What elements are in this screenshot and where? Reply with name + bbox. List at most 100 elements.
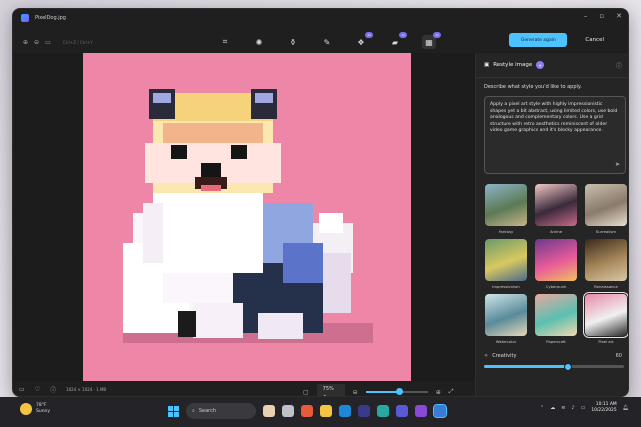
- sun-icon: [20, 403, 32, 415]
- start-button[interactable]: [168, 405, 179, 417]
- creativity-label: Creativity: [492, 353, 517, 359]
- style-label: Cyberpunk: [545, 284, 567, 289]
- edit-tools: ⌗ ✺ ⚱ ✎ ❖ AI ▰ AI ▦ AI: [218, 32, 441, 49]
- ai-badge: AI: [365, 32, 373, 38]
- style-preset-surrealism[interactable]: Surrealism: [584, 184, 628, 235]
- style-prompt-textarea[interactable]: Apply a pixel art style with highly impr…: [484, 96, 626, 174]
- style-thumbnail[interactable]: [583, 292, 628, 338]
- creativity-slider-thumb[interactable]: [564, 362, 572, 371]
- task-view-icon[interactable]: [282, 405, 294, 417]
- wifi-icon[interactable]: ≋: [561, 405, 565, 411]
- style-label: Pixel art: [598, 339, 614, 344]
- style-thumbnail[interactable]: [535, 184, 577, 226]
- store-app-icon[interactable]: [358, 405, 370, 417]
- clock[interactable]: 10:11 AM 10/22/2025: [591, 402, 616, 414]
- zoom-value: 75%: [322, 386, 334, 392]
- adjust-tool-icon[interactable]: ✺: [252, 35, 266, 49]
- describe-label: Describe what style you'd like to apply.: [484, 84, 582, 90]
- edge-browser-icon[interactable]: [339, 405, 351, 417]
- favorite-icon[interactable]: ♡: [35, 386, 40, 393]
- style-label: Papercraft: [546, 339, 566, 344]
- zoom-out-icon[interactable]: ⊖: [353, 389, 358, 396]
- app-icon[interactable]: [377, 405, 389, 417]
- cloud-icon[interactable]: ☁: [550, 405, 555, 411]
- weather-desc: Sunny: [36, 409, 51, 414]
- send-icon[interactable]: ➤: [615, 162, 620, 169]
- cancel-button[interactable]: Cancel: [577, 33, 612, 47]
- pixel-art-pomeranian: [83, 53, 411, 381]
- style-thumbnail[interactable]: [485, 294, 527, 336]
- creativity-icon: ✧: [484, 353, 489, 359]
- zoom-slider[interactable]: [365, 388, 428, 395]
- clock-date: 10/22/2025: [591, 408, 617, 413]
- widgets-app-icon[interactable]: [263, 405, 275, 417]
- undo-redo-hint: Ctrl+Z / Ctrl+Y: [62, 39, 93, 45]
- style-preset-pixel-art[interactable]: Pixel art: [583, 292, 628, 345]
- close-button[interactable]: ✕: [616, 12, 622, 20]
- style-label: Watercolor: [495, 339, 517, 344]
- ai-sparkle-icon: ✦: [536, 61, 545, 69]
- ai-badge: AI: [433, 32, 441, 38]
- notification-icon[interactable]: 🔔︎: [623, 405, 629, 411]
- zoom-dropdown[interactable]: 75% ⌄: [316, 384, 345, 396]
- restyle-tool-icon[interactable]: ▦ AI: [422, 32, 441, 49]
- style-thumbnail[interactable]: [535, 239, 577, 281]
- weather-widget[interactable]: 78°F Sunny: [20, 403, 50, 415]
- chevron-up-icon[interactable]: ⌃: [540, 405, 544, 411]
- style-thumbnail[interactable]: [585, 239, 627, 281]
- style-preset-anime[interactable]: Anime: [534, 184, 578, 235]
- style-thumbnail[interactable]: [485, 239, 527, 281]
- zoom-slider-thumb[interactable]: [396, 388, 404, 395]
- background-tool-icon[interactable]: ▰ AI: [388, 32, 407, 49]
- generate-button[interactable]: Generate again: [509, 33, 568, 47]
- creativity-slider[interactable]: [484, 362, 624, 371]
- battery-icon[interactable]: ▭: [581, 405, 586, 411]
- filmstrip-icon[interactable]: ▭: [19, 386, 25, 393]
- style-preset-watercolor[interactable]: Watercolor: [484, 294, 528, 345]
- style-preset-papercraft[interactable]: Papercraft: [534, 294, 578, 345]
- crop-tool-icon[interactable]: ⌗: [218, 35, 232, 49]
- toolbar-left-group: ⊕ ⊖ ▭ Ctrl+Z / Ctrl+Y: [23, 39, 93, 46]
- info-icon[interactable]: ⓘ: [50, 385, 56, 394]
- volume-icon[interactable]: ♪: [571, 405, 574, 411]
- taskbar-search[interactable]: ⌕ Search: [186, 403, 256, 419]
- minimize-button[interactable]: –: [584, 12, 588, 20]
- copilot-app-icon[interactable]: [301, 405, 313, 417]
- ai-badge: AI: [399, 32, 407, 38]
- style-preset-impressionism[interactable]: Impressionism: [484, 239, 528, 290]
- zoom-in-icon[interactable]: ⊕: [23, 39, 28, 46]
- style-thumbnail[interactable]: [585, 184, 627, 226]
- markup-tool-icon[interactable]: ✎: [320, 35, 334, 49]
- style-thumbnail[interactable]: [485, 184, 527, 226]
- style-label: Impressionism: [492, 284, 520, 289]
- teams-app-icon[interactable]: [396, 405, 408, 417]
- file-explorer-icon[interactable]: [320, 405, 332, 417]
- windows-taskbar: 78°F Sunny ⌕ Search ⌃ ☁ ≋ ♪ ▭ 10:11 AM 1…: [0, 397, 641, 427]
- style-preset-renaissance[interactable]: Renaissance: [584, 239, 628, 290]
- fit-icon[interactable]: ▭: [45, 39, 51, 46]
- style-thumbnail[interactable]: [535, 294, 577, 336]
- creativity-value: 60: [615, 353, 622, 359]
- restyle-panel: ▣ Restyle image ✦ ⓘ Describe what style …: [475, 53, 628, 396]
- zoom-out-icon[interactable]: ⊖: [34, 39, 39, 46]
- app-icon[interactable]: [415, 405, 427, 417]
- restyle-icon: ▣: [484, 62, 490, 68]
- fit-to-window-icon[interactable]: ▢: [303, 389, 309, 396]
- erase-tool-icon[interactable]: ❖ AI: [354, 32, 373, 49]
- info-icon[interactable]: ⓘ: [616, 61, 622, 70]
- filter-tool-icon[interactable]: ⚱: [286, 35, 300, 49]
- style-preset-fantasy[interactable]: Fantasy: [484, 184, 528, 235]
- prompt-text: Apply a pixel art style with highly impr…: [490, 102, 618, 134]
- fullscreen-icon[interactable]: ⤢: [449, 388, 454, 396]
- panel-header: ▣ Restyle image ✦ ⓘ: [484, 59, 622, 71]
- divider: [476, 77, 628, 78]
- photos-app-taskbar-icon[interactable]: [433, 404, 447, 418]
- image-dimensions: 1024 × 1024 · 1 MB: [66, 387, 107, 392]
- maximize-button[interactable]: ▫: [599, 12, 604, 20]
- zoom-in-icon[interactable]: ⊕: [436, 389, 441, 396]
- zoom-slider-fill: [365, 391, 400, 393]
- style-preset-cyberpunk[interactable]: Cyberpunk: [534, 239, 578, 290]
- pixel-dog-image[interactable]: [83, 53, 411, 381]
- search-icon: ⌕: [192, 408, 195, 414]
- style-label: Anime: [549, 229, 563, 234]
